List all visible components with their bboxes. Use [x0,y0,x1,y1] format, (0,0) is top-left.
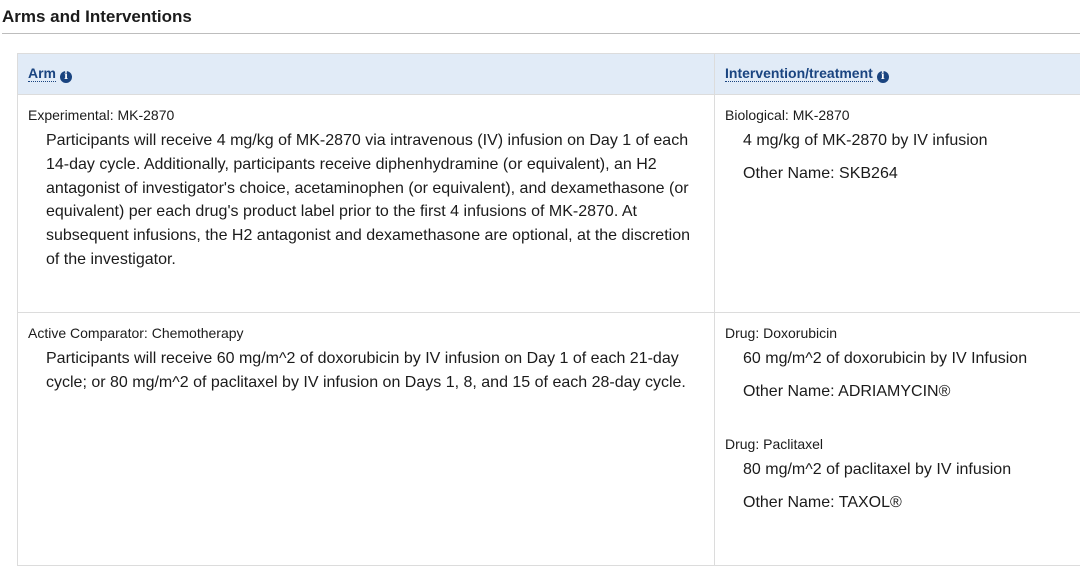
section-divider [2,33,1080,34]
section-title: Arms and Interventions [2,7,192,26]
intervention-description: 4 mg/kg of MK-2870 by IV infusion [743,132,988,149]
arms-interventions-table: Arm i Intervention/treatment i Experimenta… [17,53,1080,566]
intervention-item: Drug: Paclitaxel 80 mg/m^2 of paclitaxel… [725,436,1080,513]
intervention-label: Drug: Doxorubicin [725,325,838,341]
table-row: Experimental: MK-2870 Participants will … [17,94,1080,313]
intervention-item: Biological: MK-2870 4 mg/kg of MK-2870 b… [725,107,1080,184]
arm-column-header: Arm i [17,53,715,95]
info-icon[interactable]: i [60,71,73,83]
arm-cell: Active Comparator: Chemotherapy Particip… [17,312,715,566]
intervention-cell: Biological: MK-2870 4 mg/kg of MK-2870 b… [714,94,1080,313]
arm-description: Participants will receive 4 mg/kg of MK-… [46,132,690,268]
intervention-description: 60 mg/m^2 of doxorubicin by IV Infusion [743,350,1028,367]
arm-label: Active Comparator: Chemotherapy [28,325,244,341]
intervention-column-header: Intervention/treatment i [714,53,1080,95]
table-row: Active Comparator: Chemotherapy Particip… [17,312,1080,566]
intervention-description: 80 mg/m^2 of paclitaxel by IV infusion [743,461,1012,478]
intervention-other-name: Other Name: ADRIAMYCIN® [743,383,951,400]
table-header-row: Arm i Intervention/treatment i [17,53,1080,95]
intervention-cell: Drug: Doxorubicin 60 mg/m^2 of doxorubic… [714,312,1080,566]
intervention-header-label: Intervention/treatment [725,65,873,82]
intervention-item: Drug: Doxorubicin 60 mg/m^2 of doxorubic… [725,325,1080,402]
arm-header-label: Arm [28,65,57,82]
intervention-other-name: Other Name: TAXOL® [743,494,902,511]
intervention-label: Biological: MK-2870 [725,107,850,123]
arm-description: Participants will receive 60 mg/m^2 of d… [46,350,686,391]
arm-cell: Experimental: MK-2870 Participants will … [17,94,715,313]
arm-label: Experimental: MK-2870 [28,107,175,123]
intervention-label: Drug: Paclitaxel [725,436,824,452]
info-icon[interactable]: i [876,71,889,83]
intervention-other-name: Other Name: SKB264 [743,165,898,182]
